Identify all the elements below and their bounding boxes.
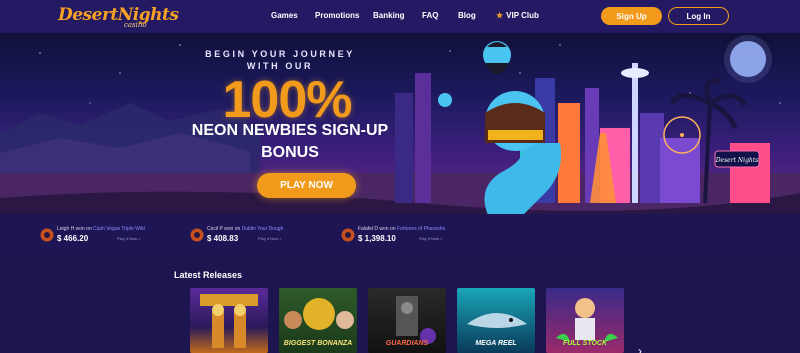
winner-amount: $ 1,398.10 <box>358 234 396 243</box>
hero-subtitle-line2: BONUS <box>261 144 319 161</box>
chip-icon <box>190 228 204 242</box>
login-button[interactable]: Log In <box>668 7 729 25</box>
game-tile[interactable] <box>190 288 268 353</box>
signup-button[interactable]: Sign Up <box>601 7 662 25</box>
star-icon: ★ <box>496 11 504 20</box>
game-tile-title: BIGGEST BONANZA <box>283 340 353 347</box>
winner-amount: $ 408.83 <box>207 234 239 243</box>
hero-copy: BEGIN YOUR JOURNEY WITH OUR 100% NEON NE… <box>0 33 800 214</box>
play-it-now-link[interactable]: Play it Now > <box>117 236 140 241</box>
game-tile[interactable]: GUARDIANS <box>368 288 446 353</box>
hero-subtitle-line1: NEON NEWBIES SIGN-UP <box>191 122 389 139</box>
play-it-now-link[interactable]: Play it Now > <box>419 236 442 241</box>
game-tile[interactable]: MEGA REEL <box>457 288 535 353</box>
game-tile-title: MEGA REEL <box>475 340 517 347</box>
winner-text: Leigh H won on Cash Vegas Triple Wild <box>57 226 145 232</box>
game-tile-art <box>200 294 258 348</box>
top-navbar: DesertNights casino Games Promotions Ban… <box>0 0 800 33</box>
chip-icon <box>40 228 54 242</box>
game-tile-title: GUARDIANS <box>385 340 429 347</box>
nav-games[interactable]: Games <box>271 11 298 20</box>
nav-blog[interactable]: Blog <box>458 11 476 20</box>
hero-percentage: 100% <box>222 71 353 129</box>
nav-banking[interactable]: Banking <box>373 11 405 20</box>
play-now-button[interactable]: PLAY NOW <box>257 173 356 198</box>
hero-banner[interactable]: Desert Nights BEGIN YOUR JOURNEY WITH OU… <box>0 33 800 214</box>
game-tile-title: FULL STOCK <box>562 340 608 347</box>
play-it-now-link[interactable]: Play it Now > <box>258 236 281 241</box>
nav-faq[interactable]: FAQ <box>422 11 438 20</box>
game-tile[interactable]: BIGGEST BONANZA <box>279 288 357 353</box>
recent-winners-strip: Leigh H won on Cash Vegas Triple Wild $ … <box>0 214 800 254</box>
winner-text: Falafel D won on Fortunes of Pharaohs <box>358 226 446 232</box>
latest-releases-heading: Latest Releases <box>174 270 243 280</box>
nav-vip-label: VIP Club <box>506 11 539 20</box>
hero-eyebrow-line1: BEGIN YOUR JOURNEY <box>205 49 355 59</box>
winner-amount: $ 466.20 <box>57 234 89 243</box>
chevron-right-icon[interactable]: › <box>638 344 642 353</box>
nav-promotions[interactable]: Promotions <box>315 11 359 20</box>
game-tile[interactable]: FULL STOCK <box>546 288 624 353</box>
nav-vip-club[interactable]: ★ VIP Club <box>496 11 539 20</box>
chip-icon <box>341 228 355 242</box>
winner-text: Cecil P won on Dublin Your Dough <box>207 226 284 232</box>
